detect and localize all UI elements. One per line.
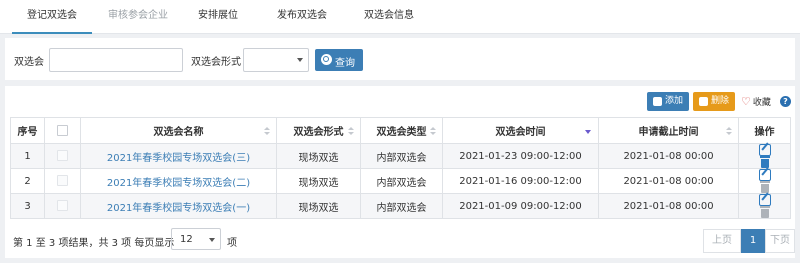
fair-name-input[interactable] — [49, 48, 183, 72]
add-button-label: 添加 — [665, 96, 684, 106]
sort-icon — [264, 127, 270, 136]
chevron-down-icon — [297, 58, 303, 62]
tab-register-fair[interactable]: 登记双选会 — [12, 0, 92, 34]
col-header-index: 序号 — [10, 117, 45, 144]
trash-icon — [759, 206, 771, 218]
col-header-select-all — [44, 117, 81, 144]
table-row: 2 2021年春季校园专场双选会(二) 现场双选 内部双选会 2021-01-1… — [10, 168, 791, 194]
sort-desc-icon — [585, 130, 591, 134]
cell-fair-name-link[interactable]: 2021年春季校园专场双选会(二) — [80, 168, 277, 194]
search-panel: 双选会 双选会形式 查询 — [5, 38, 795, 80]
cell-select — [44, 193, 81, 219]
col-header-name-label: 双选会名称 — [153, 127, 204, 138]
query-button-label: 查询 — [335, 58, 355, 69]
delete-button-label: 删除 — [711, 96, 730, 106]
col-header-time[interactable]: 双选会时间 — [442, 117, 599, 144]
cell-time: 2021-01-23 09:00-12:00 — [442, 143, 599, 169]
row-checkbox[interactable] — [57, 175, 68, 187]
col-header-deadline[interactable]: 申请截止时间 — [598, 117, 739, 144]
cell-ops — [738, 168, 791, 194]
edit-icon[interactable] — [758, 194, 771, 206]
sort-icon — [348, 127, 354, 136]
cell-deadline: 2021-01-08 00:00 — [598, 193, 739, 219]
cell-index: 3 — [10, 193, 45, 219]
page-size-select[interactable]: 12 — [171, 228, 221, 250]
col-header-time-label: 双选会时间 — [495, 127, 546, 138]
cell-select — [44, 168, 81, 194]
edit-icon[interactable] — [758, 144, 771, 156]
cell-select — [44, 143, 81, 169]
col-header-name[interactable]: 双选会名称 — [80, 117, 277, 144]
heart-icon: ♡ — [741, 95, 751, 108]
cell-deadline: 2021-01-08 00:00 — [598, 168, 739, 194]
sort-icon — [430, 127, 436, 136]
trash-icon — [699, 97, 708, 106]
plus-icon — [653, 97, 662, 106]
col-header-type[interactable]: 双选会类型 — [360, 117, 443, 144]
search-icon — [321, 54, 332, 65]
page-1-button[interactable]: 1 — [741, 229, 765, 253]
prev-page-button[interactable]: 上页 — [703, 229, 741, 253]
delete-button[interactable]: 删除 — [693, 92, 735, 111]
cell-ops — [738, 143, 791, 169]
col-header-ops: 操作 — [738, 117, 791, 144]
sort-icon — [726, 127, 732, 136]
cell-type: 内部双选会 — [360, 193, 443, 219]
cell-type: 内部双选会 — [360, 143, 443, 169]
tab-publish-fair[interactable]: 发布双选会 — [270, 0, 334, 34]
query-button[interactable]: 查询 — [315, 49, 363, 71]
fair-table: 序号 双选会名称 双选会形式 双选会类型 双选会时间 申请截止时间 操作 1 2… — [10, 117, 791, 219]
add-button[interactable]: 添加 — [647, 92, 689, 111]
row-checkbox[interactable] — [57, 150, 68, 162]
help-icon[interactable]: ? — [780, 96, 791, 107]
cell-form: 现场双选 — [276, 143, 361, 169]
cell-ops — [738, 193, 791, 219]
fair-form-select[interactable] — [243, 48, 309, 72]
fair-list-panel: 添加 删除 ♡ 收藏 ? 序号 双选会名称 双选会形式 双选会类型 双选会时间 申… — [5, 86, 795, 258]
page-size-unit: 项 — [227, 238, 237, 249]
table-row: 3 2021年春季校园专场双选会(一) 现场双选 内部双选会 2021-01-0… — [10, 193, 791, 219]
col-header-deadline-label: 申请截止时间 — [638, 127, 699, 138]
chevron-down-icon — [209, 238, 215, 242]
favorite-button[interactable]: ♡ 收藏 — [741, 92, 771, 111]
favorite-label: 收藏 — [752, 98, 771, 108]
cell-form: 现场双选 — [276, 193, 361, 219]
row-checkbox[interactable] — [57, 200, 68, 212]
cell-time: 2021-01-09 09:00-12:00 — [442, 193, 599, 219]
cell-time: 2021-01-16 09:00-12:00 — [442, 168, 599, 194]
table-row: 1 2021年春季校园专场双选会(三) 现场双选 内部双选会 2021-01-2… — [10, 143, 791, 169]
cell-deadline: 2021-01-08 00:00 — [598, 143, 739, 169]
pagination: 上页 1 下页 — [703, 229, 795, 253]
fair-name-label: 双选会 — [14, 57, 44, 68]
cell-type: 内部双选会 — [360, 168, 443, 194]
trash-icon — [759, 181, 771, 193]
col-header-type-label: 双选会类型 — [376, 127, 427, 138]
cell-fair-name-link[interactable]: 2021年春季校园专场双选会(三) — [80, 143, 277, 169]
tab-fair-info[interactable]: 双选会信息 — [355, 0, 423, 34]
tab-arrange-booths[interactable]: 安排展位 — [190, 0, 246, 34]
cell-form: 现场双选 — [276, 168, 361, 194]
select-all-checkbox[interactable] — [57, 124, 68, 136]
col-header-form-label: 双选会形式 — [293, 127, 344, 138]
pagination-info: 第 1 至 3 项结果，共 3 项 每页显示 — [13, 238, 175, 249]
cell-fair-name-link[interactable]: 2021年春季校园专场双选会(一) — [80, 193, 277, 219]
cell-index: 2 — [10, 168, 45, 194]
page-size-value: 12 — [180, 234, 193, 245]
fair-form-label: 双选会形式 — [191, 57, 241, 68]
top-tab-bar: 登记双选会 审核参会企业 安排展位 发布双选会 双选会信息 — [0, 0, 800, 34]
cell-index: 1 — [10, 143, 45, 169]
table-header-row: 序号 双选会名称 双选会形式 双选会类型 双选会时间 申请截止时间 操作 — [10, 117, 791, 144]
trash-icon[interactable] — [759, 156, 771, 168]
next-page-button[interactable]: 下页 — [765, 229, 795, 253]
col-header-form[interactable]: 双选会形式 — [276, 117, 361, 144]
edit-icon[interactable] — [758, 169, 771, 181]
tab-review-companies[interactable]: 审核参会企业 — [102, 0, 174, 34]
